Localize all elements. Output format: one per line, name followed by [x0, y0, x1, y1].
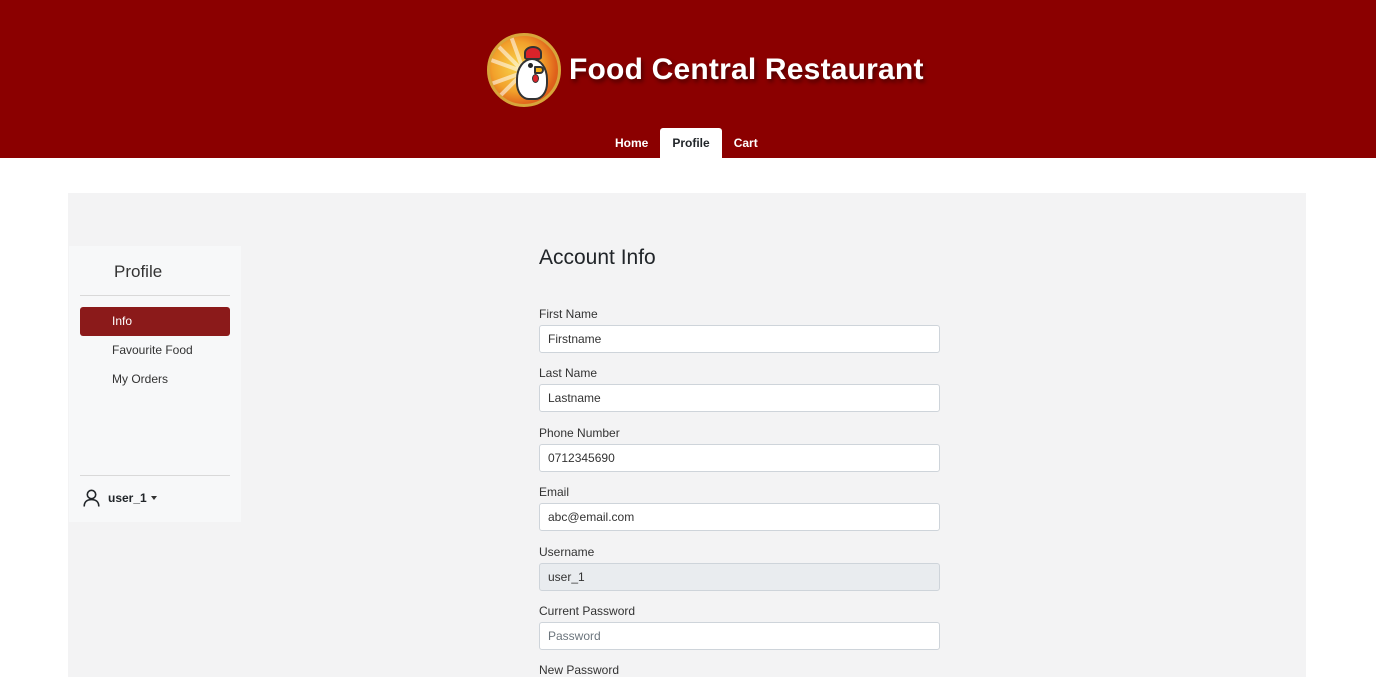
- phone-number-label: Phone Number: [539, 426, 620, 440]
- nav-tab-cart[interactable]: Cart: [722, 128, 770, 158]
- nav-tab-home[interactable]: Home: [603, 128, 660, 158]
- email-label: Email: [539, 485, 570, 499]
- brand[interactable]: Food Central Restaurant: [487, 33, 924, 107]
- current-password-input[interactable]: [539, 622, 940, 650]
- caret-down-icon: [150, 496, 157, 500]
- user-menu-dropdown[interactable]: user_1: [83, 489, 157, 507]
- site-header: Food Central Restaurant Home Profile Car…: [0, 0, 1376, 160]
- nav-tab-profile[interactable]: Profile: [660, 128, 722, 158]
- nav-underline: [603, 158, 770, 160]
- username-label: user_1: [108, 491, 147, 505]
- username-field-label: Username: [539, 545, 595, 559]
- site-title: Food Central Restaurant: [569, 53, 924, 86]
- sidebar-item-favourite-food[interactable]: Favourite Food: [80, 336, 230, 365]
- phone-number-input[interactable]: [539, 444, 940, 472]
- last-name-input[interactable]: [539, 384, 940, 412]
- user-icon: [83, 489, 100, 507]
- sidebar-item-info[interactable]: Info: [80, 307, 230, 336]
- username-input: [539, 563, 940, 591]
- main-panel: [68, 193, 1306, 677]
- last-name-label: Last Name: [539, 366, 598, 380]
- email-input[interactable]: [539, 503, 940, 531]
- page-title: Account Info: [539, 246, 656, 269]
- sidebar-divider-top: [80, 295, 230, 296]
- first-name-label: First Name: [539, 307, 598, 321]
- new-password-label: New Password: [539, 663, 620, 677]
- sidebar-divider-bottom: [80, 475, 230, 476]
- profile-sidebar: Profile Info Favourite Food My Orders us…: [69, 246, 241, 522]
- chicken-mascot-logo-icon: [487, 33, 561, 107]
- sidebar-title: Profile: [114, 262, 163, 281]
- sidebar-item-my-orders[interactable]: My Orders: [80, 365, 230, 394]
- first-name-input[interactable]: [539, 325, 940, 353]
- top-nav: Home Profile Cart: [603, 128, 770, 160]
- current-password-label: Current Password: [539, 604, 636, 618]
